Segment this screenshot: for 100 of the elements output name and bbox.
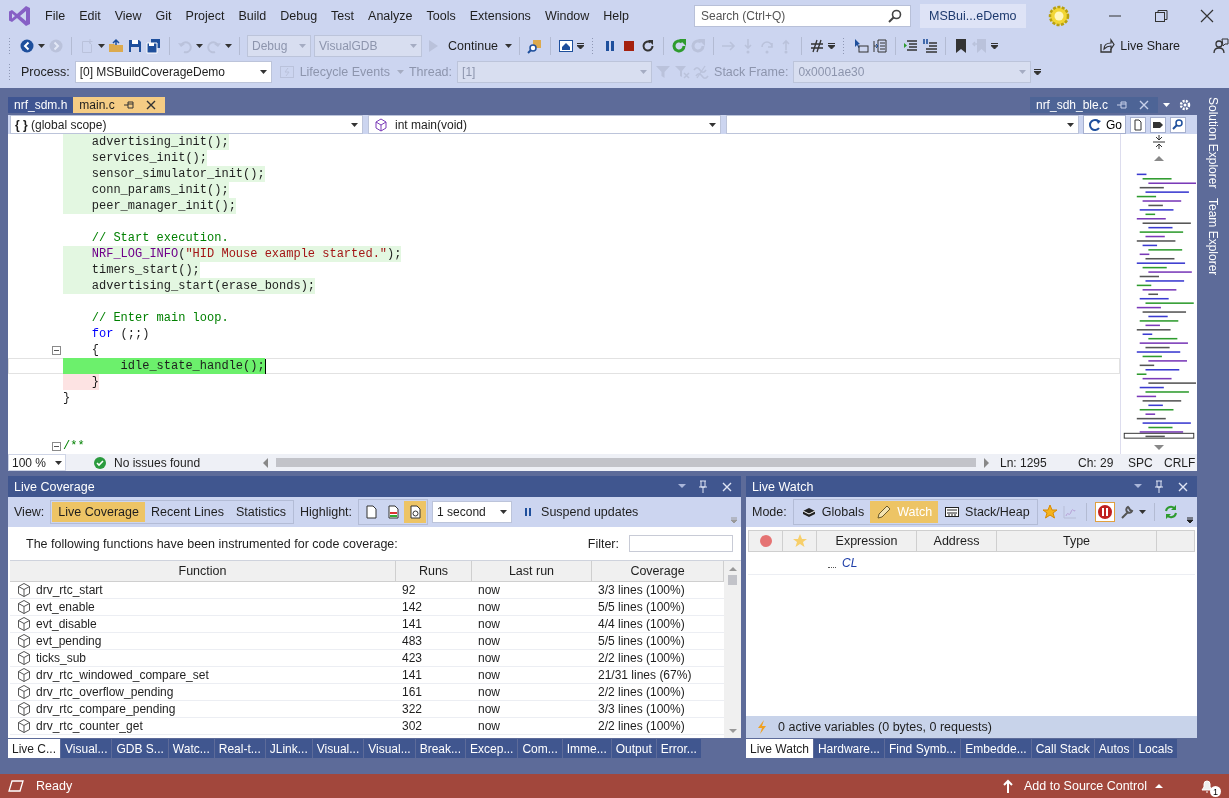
panel-tab[interactable]: Real-t... (214, 739, 265, 758)
continue-button[interactable]: Continue (444, 37, 503, 55)
panel-tab[interactable]: Embedde... (961, 739, 1031, 758)
panel-tab[interactable]: Call Stack (1031, 739, 1094, 758)
column-header[interactable]: Expression (817, 531, 917, 551)
save-icon[interactable] (127, 38, 143, 54)
view-tab[interactable]: Statistics (229, 502, 292, 522)
overflow-icon[interactable] (1034, 69, 1042, 75)
collapse-icon[interactable] (52, 441, 61, 451)
menu-item[interactable]: Extensions (462, 6, 538, 26)
panel-tab[interactable]: Break... (415, 739, 466, 758)
panel-tab[interactable]: Hardware... (813, 739, 884, 758)
cursor-list-icon[interactable] (853, 38, 870, 54)
menu-item[interactable]: File (38, 6, 73, 26)
breakpoint-dot-icon[interactable] (757, 533, 774, 549)
menu-item[interactable]: Project (178, 6, 232, 26)
panel-tab[interactable]: Visual... (312, 739, 364, 758)
tag-icon[interactable] (1150, 116, 1166, 133)
refresh-icon[interactable] (671, 38, 688, 54)
panel-tab[interactable]: Find Symb... (884, 739, 961, 758)
mode-tab[interactable]: Stack/Heap (938, 501, 1036, 523)
member-dropdown[interactable]: int main(void) (368, 115, 721, 134)
menu-item[interactable]: Tools (419, 6, 463, 26)
column-header[interactable]: Type (997, 531, 1157, 551)
overflow-icon[interactable] (991, 43, 999, 49)
panel-tab[interactable]: Watc... (168, 739, 214, 758)
search-field[interactable]: Search (Ctrl+Q) (694, 5, 911, 27)
hatched-lines-icon[interactable] (809, 38, 826, 54)
scroll-right-icon[interactable] (982, 456, 990, 469)
filter-field[interactable] (629, 535, 733, 552)
toolbar-grip[interactable] (8, 63, 12, 81)
back-icon[interactable] (19, 38, 35, 54)
notifications-bell-icon[interactable]: 1 (1199, 777, 1221, 795)
live-share-button[interactable]: Live Share (1095, 36, 1184, 56)
panel-tab[interactable]: Locals (1134, 739, 1178, 758)
column-header[interactable]: Last run (472, 561, 592, 581)
panel-tab[interactable]: Live Watch (746, 739, 813, 758)
split-icon[interactable] (1151, 134, 1167, 150)
menu-item[interactable]: View (107, 6, 149, 26)
close-icon[interactable] (1199, 8, 1215, 24)
restore-icon[interactable] (1153, 8, 1169, 24)
star-icon[interactable] (791, 533, 808, 549)
caret-icon[interactable] (38, 44, 45, 48)
side-tab[interactable]: Team Explorer (1202, 198, 1224, 276)
caret-icon[interactable] (196, 44, 203, 48)
feedback-icon[interactable] (1213, 38, 1229, 54)
panel-tab[interactable]: Output (611, 739, 656, 758)
panel-tab[interactable]: Autos (1094, 739, 1134, 758)
dropdown[interactable]: [0] MSBuildCoverageDemo (74, 61, 272, 83)
panel-tab[interactable]: Com... (518, 739, 562, 758)
column-header[interactable]: Function (10, 561, 396, 581)
view-tab[interactable]: Recent Lines (144, 502, 230, 522)
document-tab[interactable]: nrf_sdh_ble.c (1029, 97, 1158, 113)
side-tab[interactable]: Solution Explorer (1202, 97, 1224, 189)
menu-item[interactable]: Analyze (361, 6, 420, 26)
share-icon[interactable] (1099, 38, 1116, 54)
panel-tab[interactable]: Visual... (364, 739, 415, 758)
comment-lines-icon[interactable] (922, 38, 939, 54)
refresh-icon[interactable] (1162, 504, 1179, 520)
blank-page-icon[interactable] (363, 504, 380, 520)
interval-dropdown[interactable]: 1 second (432, 501, 513, 523)
panel-tab[interactable]: Visual... (61, 739, 112, 758)
logo-icon[interactable] (8, 4, 32, 28)
window-icon[interactable] (558, 38, 575, 54)
collapse-icon[interactable] (52, 345, 61, 355)
go-button[interactable]: Go (1083, 115, 1126, 134)
overflow-icon[interactable] (1186, 516, 1194, 524)
menu-item[interactable]: Debug (273, 6, 325, 26)
caret-icon[interactable] (98, 44, 105, 48)
panel-tab[interactable]: GDB S... (112, 739, 168, 758)
document-tab[interactable]: nrf_sdm.h (8, 97, 74, 113)
scrollbar-thumb[interactable] (728, 575, 737, 585)
caret-icon[interactable] (505, 44, 513, 48)
search-icon[interactable] (1170, 116, 1186, 133)
panel-tab[interactable]: Error... (656, 739, 701, 758)
source-control-button[interactable]: Add to Source Control (994, 777, 1169, 795)
column-header[interactable]: Runs (396, 561, 472, 581)
colored-page-icon[interactable] (385, 504, 402, 520)
menu-item[interactable]: Test (324, 6, 362, 26)
menu-item[interactable]: Help (596, 6, 637, 26)
scope-dropdown[interactable]: { } (global scope) (10, 115, 363, 134)
scrollbar-thumb[interactable] (276, 458, 976, 467)
expression-cell[interactable]: CL (842, 556, 858, 570)
toolbar-grip[interactable] (8, 37, 12, 55)
open-folder-icon[interactable] (108, 38, 124, 54)
caret-icon[interactable] (1138, 510, 1146, 514)
panel-tab[interactable]: JLink... (265, 739, 312, 758)
timer-page-icon[interactable] (407, 504, 424, 520)
panel-tab[interactable]: Live C... (8, 739, 60, 758)
view-tab[interactable]: Live Coverage (52, 502, 145, 522)
menu-item[interactable]: Window (537, 6, 597, 26)
menu-item[interactable]: Edit (72, 6, 108, 26)
pause-button-icon[interactable] (1094, 502, 1115, 522)
sun-icon[interactable] (1047, 5, 1070, 27)
document-tab[interactable]: main.c (73, 97, 165, 113)
panel-tab[interactable]: Excep... (466, 739, 518, 758)
lines-icon[interactable] (903, 38, 920, 54)
caret-icon[interactable] (225, 44, 232, 48)
overflow-icon[interactable] (828, 43, 836, 49)
suspend-updates-button[interactable]: Suspend updates (516, 502, 643, 522)
